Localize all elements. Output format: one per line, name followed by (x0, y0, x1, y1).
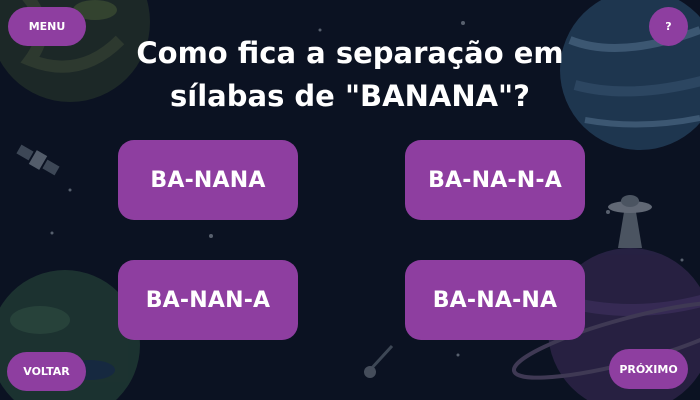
answer-button-2[interactable]: BA-NA-N-A (405, 140, 585, 220)
satellite-icon (16, 144, 60, 176)
answer-button-3[interactable]: BA-NAN-A (118, 260, 298, 340)
comet-icon (364, 344, 394, 378)
answer-button-1[interactable]: BA-NANA (118, 140, 298, 220)
question-text: Como fica a separação em sílabas de "BAN… (90, 32, 610, 118)
question-line-1: Como fica a separação em (136, 36, 564, 70)
question-line-2: sílabas de "BANANA"? (170, 79, 530, 113)
next-button[interactable]: PRÓXIMO (609, 349, 688, 389)
help-button[interactable]: ? (649, 7, 688, 46)
back-button[interactable]: VOLTAR (7, 352, 86, 391)
ufo-icon (608, 195, 652, 248)
menu-button[interactable]: MENU (8, 7, 86, 46)
answer-button-4[interactable]: BA-NA-NA (405, 260, 585, 340)
